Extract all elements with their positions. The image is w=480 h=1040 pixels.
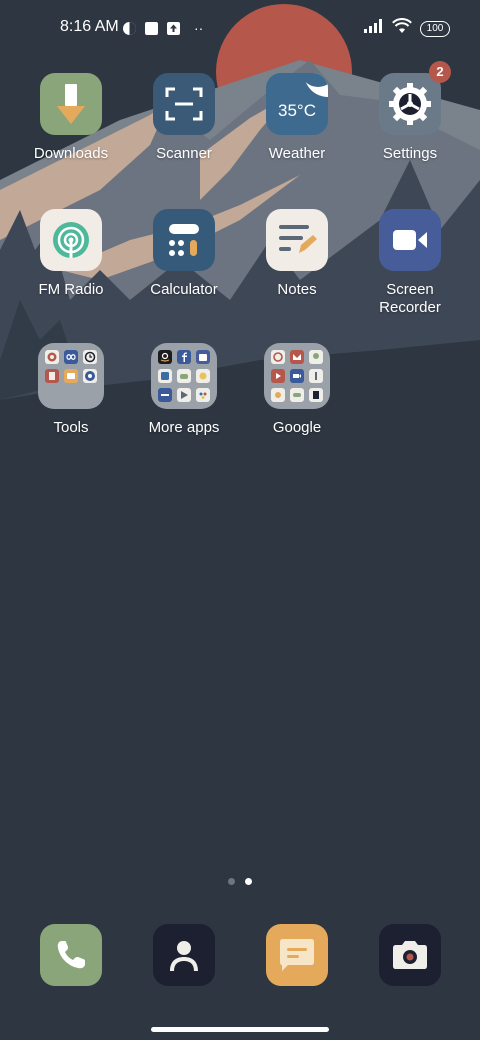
- app-label: Settings: [382, 145, 438, 162]
- folder-tools[interactable]: Tools: [15, 343, 127, 437]
- folder-google[interactable]: Google: [241, 343, 353, 437]
- files-icon: [309, 388, 323, 402]
- status-bar: 8:16 AM ·· 100: [0, 0, 480, 56]
- gear-icon: 2: [379, 61, 451, 135]
- folder-icon: [264, 343, 330, 409]
- folder-app-icon: [64, 369, 78, 383]
- radio-icon: [40, 209, 102, 271]
- app-downloads[interactable]: Downloads: [15, 73, 127, 163]
- download-icon: [40, 73, 102, 135]
- drive-icon: [309, 369, 323, 383]
- notes-icon: [266, 209, 328, 271]
- maps-icon: [309, 350, 323, 364]
- dock-camera[interactable]: [379, 924, 441, 986]
- folder-more-apps[interactable]: More apps: [128, 343, 240, 437]
- page-dot-active[interactable]: [245, 878, 252, 885]
- dock-contacts[interactable]: [153, 924, 215, 986]
- square-notification-icon: [144, 21, 159, 36]
- app-label: Calculator: [150, 281, 218, 298]
- app-label: Screen Recorder: [379, 281, 441, 316]
- compass-icon: [83, 369, 97, 383]
- status-time: 8:16 AM: [60, 18, 119, 35]
- app-label: Scanner: [156, 145, 212, 162]
- weather-mini-icon: [196, 369, 210, 383]
- calculator-icon: [153, 209, 215, 271]
- photos-icon: [271, 388, 285, 402]
- app-scanner[interactable]: Scanner: [128, 73, 240, 163]
- notification-icons: ··: [122, 19, 203, 37]
- pay-icon: [290, 388, 304, 402]
- dock-messages[interactable]: [266, 924, 328, 986]
- scan-icon: [153, 73, 215, 135]
- page-indicator[interactable]: [228, 878, 252, 885]
- wifi-icon: [392, 18, 412, 39]
- app-label: Tools: [53, 419, 89, 436]
- prime-icon: [158, 388, 172, 402]
- google-icon: [271, 350, 285, 364]
- signal-icon: [364, 19, 384, 38]
- app-label: Weather: [268, 145, 326, 162]
- more-notifications-icon: ··: [194, 20, 204, 36]
- record-icon: [45, 350, 59, 364]
- data-saver-icon: [122, 21, 137, 36]
- app-screen-recorder[interactable]: Screen Recorder: [354, 209, 466, 317]
- app-settings[interactable]: 2 Settings: [354, 61, 466, 163]
- app-label: Notes: [277, 281, 317, 298]
- infinity-icon: [64, 350, 78, 364]
- weather-icon: 35°C: [266, 73, 328, 135]
- gmail-icon: [290, 350, 304, 364]
- page-dot[interactable]: [228, 878, 235, 885]
- app-label: FM Radio: [38, 281, 104, 298]
- app-fm-radio[interactable]: FM Radio: [15, 209, 127, 299]
- message-icon: [280, 939, 314, 971]
- amazon-icon: [158, 350, 172, 364]
- assistant-icon: [196, 388, 210, 402]
- game-icon: [177, 369, 191, 383]
- video-icon: [379, 209, 441, 271]
- app-label: Google: [272, 419, 322, 436]
- person-icon: [170, 941, 198, 971]
- app-calculator[interactable]: Calculator: [128, 209, 240, 299]
- weather-temp: 35°C: [278, 101, 316, 120]
- app-notes[interactable]: Notes: [241, 209, 353, 299]
- play-store-icon: [177, 388, 191, 402]
- book-icon: [45, 369, 59, 383]
- calendar-icon: [196, 350, 210, 364]
- app-label: Downloads: [33, 145, 109, 162]
- folder-icon: [38, 343, 104, 409]
- clock-icon: [83, 350, 97, 364]
- app-weather[interactable]: 35°C Weather: [241, 73, 353, 163]
- phone-icon: [57, 941, 85, 969]
- home-indicator[interactable]: [151, 1027, 329, 1032]
- app-label: More apps: [148, 419, 220, 436]
- meet-icon: [290, 369, 304, 383]
- battery-icon: 100: [420, 20, 450, 37]
- notification-badge: 2: [429, 61, 451, 83]
- folder-icon: [151, 343, 217, 409]
- facebook-icon: [177, 350, 191, 364]
- linkedin-icon: [158, 369, 172, 383]
- camera-icon: [393, 941, 427, 969]
- youtube-icon: [271, 369, 285, 383]
- upload-notification-icon: [166, 21, 181, 36]
- system-status-icons: 100: [364, 18, 450, 39]
- dock-phone[interactable]: [40, 924, 102, 986]
